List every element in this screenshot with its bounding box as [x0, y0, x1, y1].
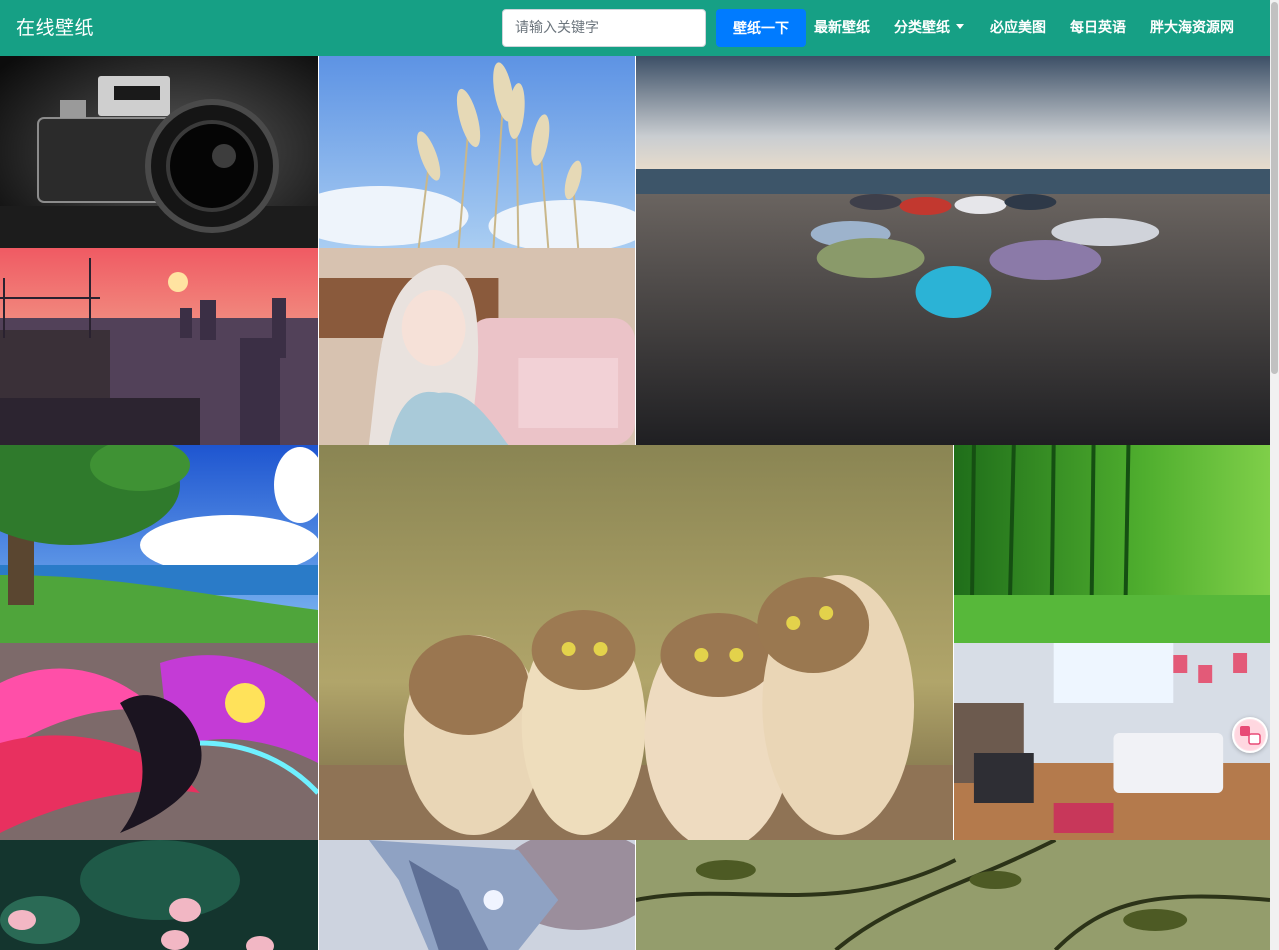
nav-category-label: 分类壁纸 — [894, 20, 950, 36]
floating-translate-widget[interactable] — [1232, 717, 1268, 753]
wallpaper-thumb-leaves[interactable] — [635, 840, 1270, 950]
translate-icon — [1235, 720, 1265, 750]
navbar: 在线壁纸 壁纸一下 最新壁纸 分类壁纸 必应美图 每日英语 胖大海资源网 — [0, 0, 1270, 56]
nav-bing-images[interactable]: 必应美图 — [990, 17, 1046, 39]
wallpaper-thumb-cars-on-beach[interactable] — [635, 56, 1270, 445]
page-scrollbar[interactable] — [1270, 0, 1279, 950]
nav-resource-site[interactable]: 胖大海资源网 — [1150, 17, 1234, 39]
search-input[interactable] — [502, 9, 706, 47]
wallpaper-thumb-bamboo-forest[interactable] — [953, 445, 1270, 643]
wallpaper-thumb-anime-room[interactable] — [953, 643, 1270, 840]
wallpaper-thumb-abstract-dragon[interactable] — [0, 643, 318, 840]
wallpaper-thumb-pampas-grass[interactable] — [318, 56, 635, 248]
wallpaper-thumb-sunset-city[interactable] — [0, 248, 318, 445]
wallpaper-thumb-tree-seaside[interactable] — [0, 445, 318, 643]
nav-category-dropdown[interactable]: 分类壁纸 — [894, 17, 964, 39]
nav-latest-wallpapers[interactable]: 最新壁纸 — [814, 17, 870, 39]
caret-down-icon — [956, 24, 964, 29]
search-button[interactable]: 壁纸一下 — [716, 9, 806, 47]
wallpaper-thumb-owls[interactable] — [318, 445, 953, 840]
wallpaper-thumb-mecha[interactable] — [318, 840, 635, 950]
scrollbar-thumb[interactable] — [1271, 2, 1278, 374]
wallpaper-thumb-lotus[interactable] — [0, 840, 318, 950]
site-brand[interactable]: 在线壁纸 — [16, 14, 94, 42]
nav-daily-english[interactable]: 每日英语 — [1070, 17, 1126, 39]
wallpaper-thumb-camera[interactable] — [0, 56, 318, 248]
wallpaper-thumb-anime-girl[interactable] — [318, 248, 635, 445]
